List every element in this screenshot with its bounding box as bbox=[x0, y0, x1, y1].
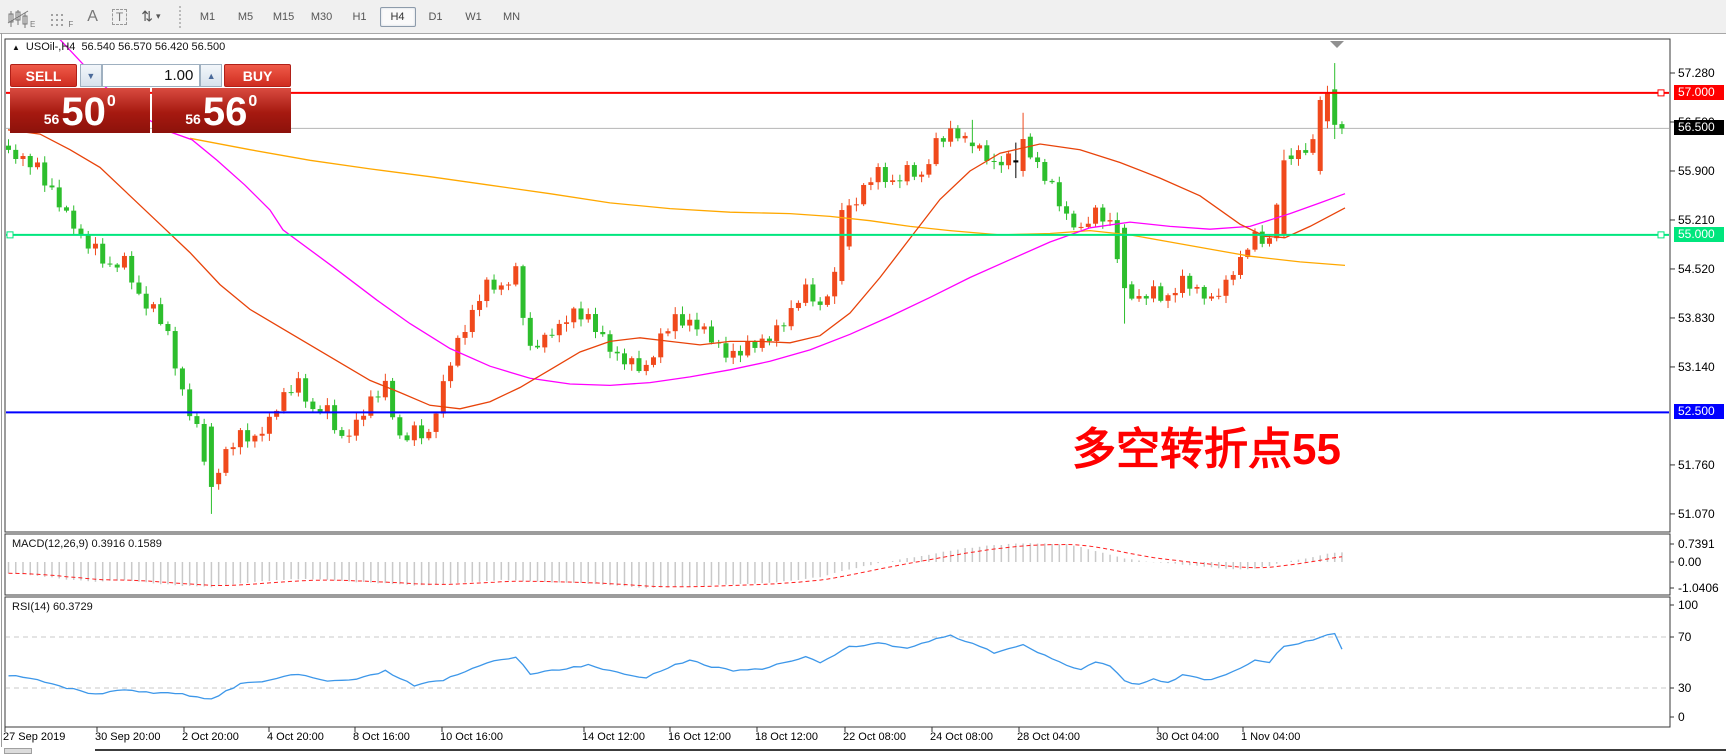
price-level-label: 57.000 bbox=[1674, 85, 1724, 100]
time-axis-label: 4 Oct 20:00 bbox=[267, 731, 324, 743]
time-axis-label: 1 Nov 04:00 bbox=[1241, 731, 1300, 743]
level-handle[interactable] bbox=[7, 232, 13, 238]
time-axis-label: 28 Oct 04:00 bbox=[1017, 731, 1080, 743]
time-axis-label: 27 Sep 2019 bbox=[3, 731, 65, 743]
scrollbar-track-line bbox=[95, 749, 1726, 751]
price-tick-label: 55.900 bbox=[1678, 164, 1715, 178]
macd-label: MACD(12,26,9) 0.3916 0.1589 bbox=[12, 538, 162, 550]
price-level-label: 56.500 bbox=[1674, 120, 1724, 135]
rsi-axis-label: 70 bbox=[1678, 630, 1691, 644]
price-level-label: 52.500 bbox=[1674, 404, 1724, 419]
price-tick-label: 57.280 bbox=[1678, 66, 1715, 80]
bid-prefix: 56 bbox=[44, 111, 60, 127]
time-axis-label: 8 Oct 16:00 bbox=[353, 731, 410, 743]
time-axis-label: 10 Oct 16:00 bbox=[440, 731, 503, 743]
ohlc-values: 56.540 56.570 56.420 56.500 bbox=[81, 41, 225, 53]
time-axis-label: 22 Oct 08:00 bbox=[843, 731, 906, 743]
macd-axis-label: -1.0406 bbox=[1678, 581, 1719, 595]
scrollbar-thumb[interactable] bbox=[4, 748, 32, 754]
level-handle[interactable] bbox=[1658, 90, 1664, 96]
time-axis-label: 2 Oct 20:00 bbox=[182, 731, 239, 743]
rsi-axis-label: 30 bbox=[1678, 681, 1691, 695]
volume-increase-button[interactable]: ▲ bbox=[200, 64, 222, 87]
ask-sup-digit: 0 bbox=[248, 93, 257, 111]
price-tick-label: 53.140 bbox=[1678, 360, 1715, 374]
price-tick-label: 55.210 bbox=[1678, 213, 1715, 227]
time-axis-label: 24 Oct 08:00 bbox=[930, 731, 993, 743]
price-tick-label: 51.070 bbox=[1678, 507, 1715, 521]
collapse-triangle-icon[interactable]: ▲ bbox=[12, 43, 20, 52]
bid-sup-digit: 0 bbox=[107, 93, 116, 111]
ask-prefix: 56 bbox=[185, 111, 201, 127]
bottom-scroll-area bbox=[0, 747, 1726, 753]
volume-input[interactable]: 1.00 bbox=[102, 64, 201, 87]
price-tick-label: 53.830 bbox=[1678, 311, 1715, 325]
chart-header: ▲ USOil-,H4 56.540 56.570 56.420 56.500 bbox=[12, 41, 225, 53]
rsi-label: RSI(14) 60.3729 bbox=[12, 601, 93, 613]
rsi-axis-label: 100 bbox=[1678, 598, 1698, 612]
ask-price-box[interactable]: 56 56 0 bbox=[152, 88, 292, 133]
price-level-label: 55.000 bbox=[1674, 227, 1724, 242]
price-tick-label: 51.760 bbox=[1678, 458, 1715, 472]
time-axis-label: 18 Oct 12:00 bbox=[755, 731, 818, 743]
price-tick-label: 54.520 bbox=[1678, 262, 1715, 276]
symbol-period-label: USOil-,H4 bbox=[26, 41, 76, 53]
macd-axis-label: 0.7391 bbox=[1678, 537, 1715, 551]
buy-button[interactable]: BUY bbox=[224, 64, 291, 87]
time-axis-label: 30 Sep 20:00 bbox=[95, 731, 160, 743]
time-axis-label: 14 Oct 12:00 bbox=[582, 731, 645, 743]
app-window: E F A T ⇅ ▾ M1M5M15M30H1H4D1W1MN ▲ USOil… bbox=[0, 0, 1726, 753]
time-axis-label: 30 Oct 04:00 bbox=[1156, 731, 1219, 743]
sell-button[interactable]: SELL bbox=[10, 64, 77, 87]
bid-price-box[interactable]: 56 50 0 bbox=[10, 88, 150, 133]
chart-annotation-text: 多空转折点55 bbox=[1072, 413, 1341, 477]
volume-decrease-button[interactable]: ▼ bbox=[80, 64, 102, 87]
time-axis-label: 16 Oct 12:00 bbox=[668, 731, 731, 743]
ask-big-digits: 56 bbox=[203, 93, 248, 131]
pane-rsi-border bbox=[5, 597, 1670, 727]
bid-big-digits: 50 bbox=[61, 93, 106, 131]
one-click-trading-panel: SELL ▼ 1.00 ▲ BUY 56 50 0 56 56 0 bbox=[10, 64, 291, 133]
rsi-axis-label: 0 bbox=[1678, 710, 1685, 724]
level-handle[interactable] bbox=[1658, 232, 1664, 238]
macd-axis-label: 0.00 bbox=[1678, 555, 1701, 569]
